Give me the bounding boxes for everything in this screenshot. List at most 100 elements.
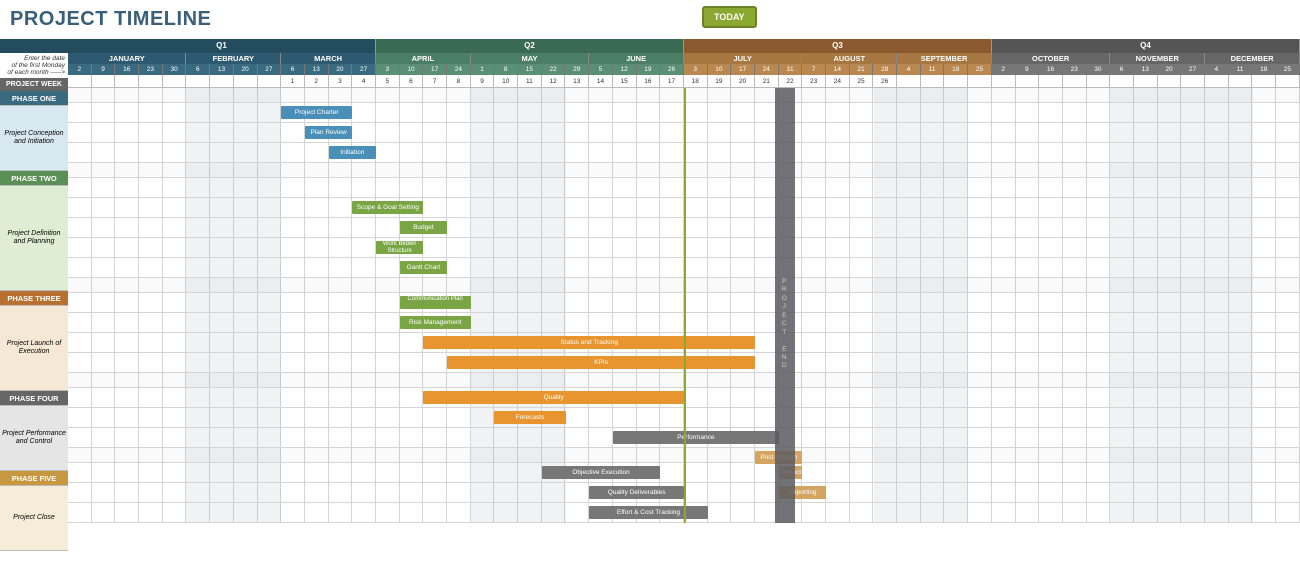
gantt-bar[interactable]: Communication Plan: [400, 296, 471, 309]
gantt-bar[interactable]: Objective Execution: [542, 466, 660, 479]
quarter-hdr: Q4: [992, 39, 1300, 53]
day-hdr: 12: [613, 64, 637, 75]
week-num: [968, 75, 992, 88]
day-hdr: 7: [802, 64, 826, 75]
week-num: [921, 75, 945, 88]
week-num: [1110, 75, 1134, 88]
week-num: 15: [613, 75, 637, 88]
week-num: 19: [708, 75, 732, 88]
gantt-bar[interactable]: Effort & Cost Tracking: [589, 506, 707, 519]
gantt-bar[interactable]: Status and Tracking: [423, 336, 755, 349]
day-hdr: 13: [210, 64, 234, 75]
week-num: 10: [494, 75, 518, 88]
phase-desc: Project Conception and Initiation: [0, 106, 68, 171]
day-hdr: 4: [1205, 64, 1229, 75]
day-hdr: 22: [542, 64, 566, 75]
gantt-bar[interactable]: Plan Review: [305, 126, 352, 139]
gantt-bar[interactable]: Scope & Goal Setting: [352, 201, 423, 214]
phase-header: PHASE ONE: [0, 91, 68, 106]
day-hdr: 4: [897, 64, 921, 75]
project-week-label: PROJECT WEEK: [0, 78, 68, 91]
month-hdr: JULY: [684, 53, 802, 64]
week-num: [1134, 75, 1158, 88]
project-end-marker: PROJECT END: [775, 88, 795, 523]
gantt-bar[interactable]: Initiation: [329, 146, 376, 159]
month-hdr: FEBRUARY: [186, 53, 281, 64]
gantt-bar[interactable]: KPIs: [447, 356, 755, 369]
week-num: [186, 75, 210, 88]
week-num: [992, 75, 1016, 88]
gantt-bar[interactable]: Gantt Chart: [400, 261, 447, 274]
day-hdr: 1: [471, 64, 495, 75]
day-hdr: 13: [305, 64, 329, 75]
week-num: [944, 75, 968, 88]
week-num: [1039, 75, 1063, 88]
day-hdr: 24: [447, 64, 471, 75]
month-hdr: AUGUST: [802, 53, 897, 64]
month-hdr: SEPTEMBER: [897, 53, 992, 64]
phase-desc: Project Definition and Planning: [0, 186, 68, 291]
week-num: [1016, 75, 1040, 88]
week-row: 1234567891011121314151617181920212223242…: [68, 75, 1300, 88]
day-hdr: 14: [826, 64, 850, 75]
gantt-bar[interactable]: Risk Management: [400, 316, 471, 329]
today-marker-badge: TODAY: [702, 6, 757, 28]
week-num: 16: [637, 75, 661, 88]
week-num: [115, 75, 139, 88]
week-num: 2: [305, 75, 329, 88]
phase-header: PHASE FOUR: [0, 391, 68, 406]
week-num: 11: [518, 75, 542, 88]
week-num: [163, 75, 187, 88]
week-num: 23: [802, 75, 826, 88]
day-hdr: 18: [944, 64, 968, 75]
gantt-bar[interactable]: Forecasts: [494, 411, 565, 424]
day-hdr: 17: [731, 64, 755, 75]
side-note: Enter the dateof the first Mondayof each…: [0, 53, 68, 78]
gantt-bar[interactable]: Work Bkdwn Structure: [376, 241, 423, 254]
phase-desc: Project Launch of Execution: [0, 306, 68, 391]
week-num: 13: [565, 75, 589, 88]
day-hdr: 25: [968, 64, 992, 75]
week-num: [1063, 75, 1087, 88]
gantt-body: PROJECT END Project Charter Plan Review In…: [68, 88, 1300, 523]
day-hdr: 15: [518, 64, 542, 75]
week-num: [258, 75, 282, 88]
month-hdr: JANUARY: [68, 53, 186, 64]
gantt-bar[interactable]: Performance: [613, 431, 779, 444]
month-hdr: APRIL: [376, 53, 471, 64]
week-num: [1181, 75, 1205, 88]
week-num: [1205, 75, 1229, 88]
week-num: 18: [684, 75, 708, 88]
day-hdr: 20: [234, 64, 258, 75]
month-hdr: DECEMBER: [1205, 53, 1300, 64]
month-hdr: NOVEMBER: [1110, 53, 1205, 64]
week-num: 25: [850, 75, 874, 88]
week-num: [897, 75, 921, 88]
week-num: 22: [779, 75, 803, 88]
month-row: JANUARYFEBRUARYMARCHAPRILMAYJUNEJULYAUGU…: [68, 53, 1300, 64]
gantt-bar[interactable]: Project Charter: [281, 106, 352, 119]
phase-header: PHASE FIVE: [0, 471, 68, 486]
week-num: 24: [826, 75, 850, 88]
day-hdr: 2: [992, 64, 1016, 75]
day-hdr: 20: [1158, 64, 1182, 75]
day-hdr: 19: [637, 64, 661, 75]
day-row: 2916233061320276132027310172418152229512…: [68, 64, 1300, 75]
phase-desc: Project Close: [0, 486, 68, 551]
week-num: [1158, 75, 1182, 88]
week-num: 14: [589, 75, 613, 88]
day-hdr: 6: [1110, 64, 1134, 75]
day-hdr: 30: [163, 64, 187, 75]
gantt-bar[interactable]: Quality: [423, 391, 684, 404]
quarter-hdr: Q2: [376, 39, 684, 53]
day-hdr: 10: [708, 64, 732, 75]
week-num: 17: [660, 75, 684, 88]
gantt-bar[interactable]: Budget: [400, 221, 447, 234]
day-hdr: 11: [1229, 64, 1253, 75]
month-hdr: OCTOBER: [992, 53, 1110, 64]
week-num: 20: [731, 75, 755, 88]
day-hdr: 23: [139, 64, 163, 75]
gantt-bar[interactable]: Quality Deliverables: [589, 486, 684, 499]
day-hdr: 27: [258, 64, 282, 75]
day-hdr: 9: [92, 64, 116, 75]
